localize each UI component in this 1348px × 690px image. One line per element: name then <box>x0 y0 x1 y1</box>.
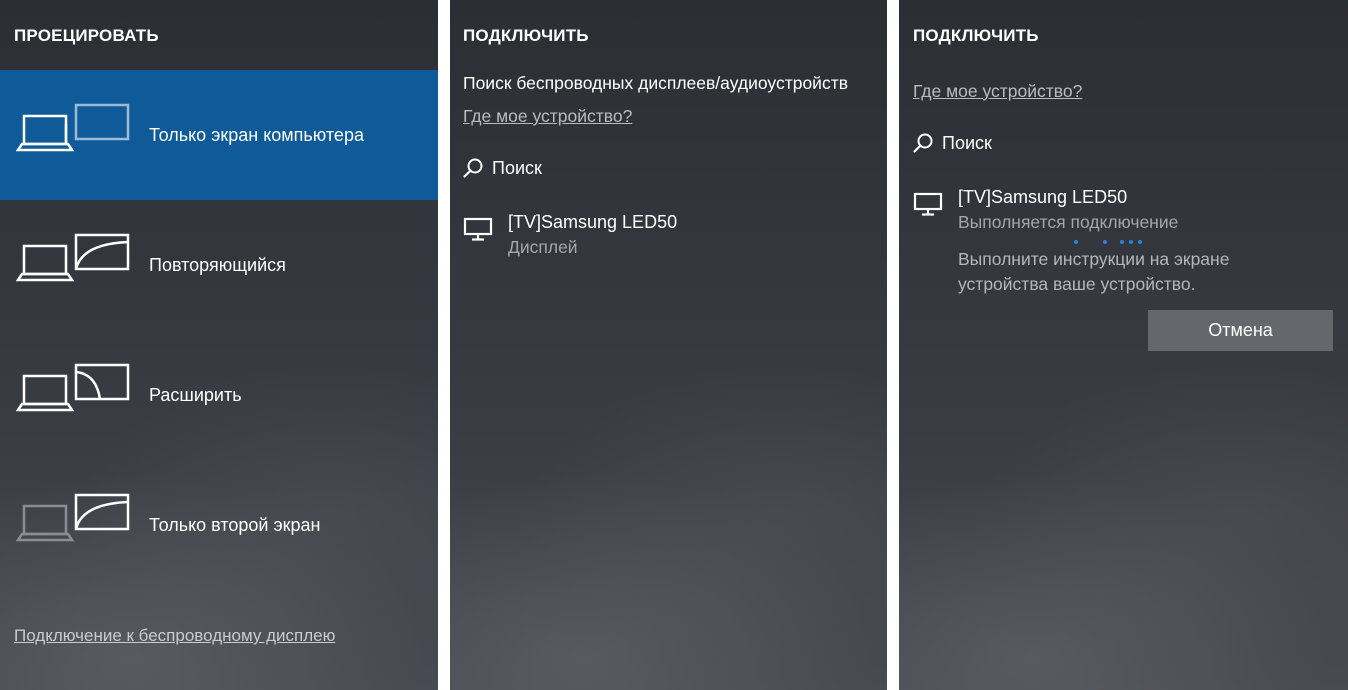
option-label: Повторяющийся <box>149 255 286 275</box>
device-type: Дисплей <box>508 237 578 257</box>
progress-dot <box>1120 240 1124 244</box>
progress-dots <box>1074 240 1154 246</box>
second-screen-only-icon <box>16 493 130 542</box>
option-label: Только экран компьютера <box>149 125 364 145</box>
device-item-connecting[interactable]: [TV]Samsung LED50 Выполняется подключени… <box>913 187 1333 239</box>
progress-dot <box>1103 240 1107 244</box>
project-panel: ПРОЕЦИРОВАТЬ Только экран компьютера Пов… <box>0 0 438 690</box>
connecting-panel-title: ПОДКЛЮЧИТЬ <box>913 26 1039 45</box>
display-icon <box>463 217 493 241</box>
where-is-my-device-link[interactable]: Где мое устройство? <box>463 106 632 127</box>
pc-screen-only-icon <box>16 103 130 152</box>
progress-dot <box>1074 240 1078 244</box>
option-label: Только второй экран <box>149 515 321 535</box>
search-status-text: Поиск беспроводных дисплеев/аудиоустройс… <box>463 73 849 93</box>
project-panel-title: ПРОЕЦИРОВАТЬ <box>14 26 159 45</box>
connection-instructions: Выполните инструкции на экране устройств… <box>958 249 1230 294</box>
option-duplicate[interactable]: Повторяющийся <box>0 200 438 330</box>
connect-panel: ПОДКЛЮЧИТЬ Поиск беспроводных дисплеев/а… <box>450 0 887 690</box>
progress-dot <box>1129 240 1133 244</box>
device-name: [TV]Samsung LED50 <box>508 212 678 232</box>
search-label: Поиск <box>942 132 992 153</box>
extend-icon <box>16 363 130 412</box>
device-item[interactable]: [TV]Samsung LED50 Дисплей <box>463 212 863 264</box>
search-button[interactable]: Поиск <box>462 155 542 181</box>
connect-panel-title: ПОДКЛЮЧИТЬ <box>463 26 589 45</box>
progress-dot <box>1138 240 1142 244</box>
option-label: Расширить <box>149 385 242 405</box>
connecting-panel: ПОДКЛЮЧИТЬ Где мое устройство? Поиск [TV… <box>899 0 1348 690</box>
search-icon <box>913 133 933 153</box>
cancel-button[interactable]: Отмена <box>1148 310 1333 351</box>
device-name: [TV]Samsung LED50 <box>958 187 1128 207</box>
connection-status: Выполняется подключение <box>958 212 1179 232</box>
display-icon <box>913 192 943 216</box>
search-label: Поиск <box>492 157 542 178</box>
option-pc-screen-only[interactable]: Только экран компьютера <box>0 70 438 200</box>
duplicate-icon <box>16 233 130 282</box>
search-icon <box>463 158 483 178</box>
wireless-display-link[interactable]: Подключение к беспроводному дисплею <box>14 626 335 646</box>
option-extend[interactable]: Расширить <box>0 330 438 460</box>
search-button[interactable]: Поиск <box>912 130 992 156</box>
where-is-my-device-link[interactable]: Где мое устройство? <box>913 81 1082 102</box>
option-second-screen-only[interactable]: Только второй экран <box>0 460 438 590</box>
